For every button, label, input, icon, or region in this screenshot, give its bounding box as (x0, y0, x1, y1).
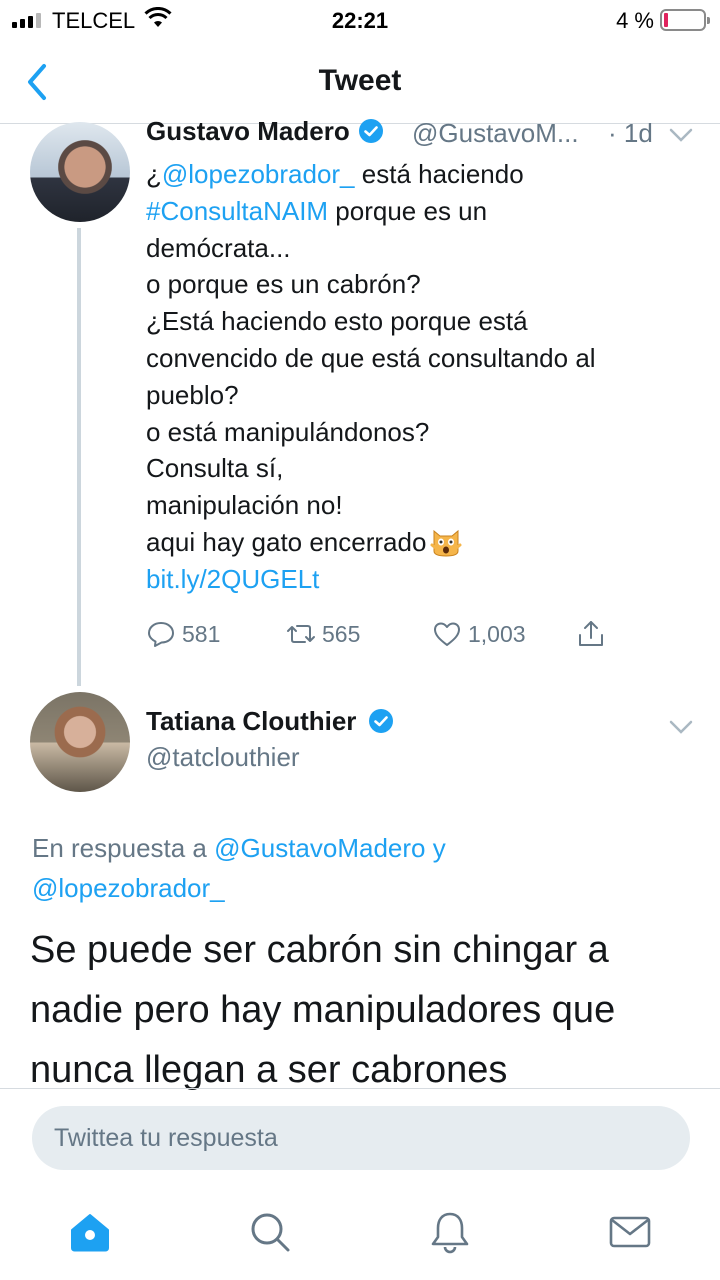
chevron-down-icon[interactable] (668, 718, 694, 736)
tweet1-text-line: manipulación no! (146, 487, 706, 524)
tweet1-text: pueblo? (146, 379, 239, 410)
tweet1-text-line: o está manipulándonos? (146, 414, 706, 451)
like-count: 1,003 (468, 620, 526, 647)
page-title: Tweet (318, 64, 402, 97)
share-icon (579, 621, 603, 646)
avatar-gustavo-madero[interactable] (30, 122, 130, 222)
retweet-button[interactable]: 565 (286, 616, 360, 652)
tweet1-text: convencido de que está consultando al (146, 342, 596, 373)
tweet2-text-line: nunca llegan a ser cabrones (30, 1049, 508, 1091)
tweet2-handle[interactable]: @tatclouthier (146, 742, 300, 773)
reply-user-link[interactable]: @lopezobrador_ (32, 873, 225, 903)
battery-percentage: 4 % (616, 8, 654, 33)
chevron-down-icon[interactable] (668, 126, 694, 144)
tweet1-text-line: o porque es un cabrón? (146, 266, 706, 303)
tweet1-text-line: ¿@lopezobrador_ está haciendo (146, 156, 706, 193)
tweet1-link[interactable]: @lopezobrador_ (162, 159, 355, 189)
tweet1-handle[interactable]: @GustavoM... (412, 118, 579, 149)
search-icon[interactable] (248, 1210, 292, 1254)
tweet1-actions: 581 565 1,003 (146, 616, 646, 652)
like-button[interactable]: 1,003 (432, 616, 526, 652)
tweet1-text-line: demócrata... (146, 230, 706, 267)
tweet1-text: aqui hay gato encerrado (146, 526, 427, 557)
tweet1-text: o está manipulándonos? (146, 416, 430, 447)
home-icon[interactable] (68, 1210, 112, 1254)
reply-and: y (425, 833, 446, 863)
messages-icon[interactable] (608, 1210, 652, 1254)
reply-count: 581 (182, 620, 221, 647)
tweet1-text-line: bit.ly/2QUGELt (146, 561, 706, 598)
heart-icon (434, 622, 460, 646)
avatar-tatiana-clouthier[interactable] (30, 692, 130, 792)
tweet1-timestamp: · 1d (608, 118, 653, 148)
tweet1-text-line: convencido de que está consultando al (146, 340, 706, 377)
tweet2-text: Se puede ser cabrón sin chingar a nadie … (30, 920, 700, 1100)
tweet1-text: está haciendo (354, 159, 524, 189)
weary-cat-icon (430, 529, 462, 557)
verified-badge-icon (368, 709, 393, 733)
reply-context: En respuesta a @GustavoMadero y @lopezob… (32, 828, 692, 908)
tweet1-text: manipulación no! (146, 490, 343, 521)
tweet2-author-row: Tatiana Clouthier (146, 706, 398, 737)
tweet1-text: ¿ (146, 159, 162, 189)
reply-prefix: En respuesta a (32, 833, 215, 863)
divider (0, 1088, 720, 1089)
tweet1-text: o porque es un cabrón? (146, 269, 421, 300)
tweet1-link[interactable]: #ConsultaNAIM (146, 196, 328, 226)
tweet1-text: porque es un (328, 195, 488, 226)
thread-connector-line (77, 228, 81, 686)
tweet1-text: ¿Está haciendo esto porque está (146, 306, 528, 337)
tweet2-text-line: nadie pero hay manipuladores que (30, 989, 616, 1031)
reply-button[interactable]: 581 (146, 616, 220, 652)
retweet-count: 565 (322, 620, 361, 647)
tweet1-author-name[interactable]: Gustavo Madero (146, 116, 350, 146)
tweet2-author-name[interactable]: Tatiana Clouthier (146, 706, 356, 736)
battery-icon (660, 9, 710, 31)
share-button[interactable] (576, 616, 606, 652)
tab-bar (0, 1190, 720, 1280)
status-time: 22:21 (331, 8, 389, 33)
tweet1-text: ¿@lopezobrador_ está haciendo #ConsultaNA… (146, 156, 706, 598)
reply-input[interactable]: Twittea tu respuesta (32, 1106, 690, 1170)
reply-user-link[interactable]: @GustavoMadero (214, 833, 425, 863)
tweet1-text: Consulta sí, (146, 453, 284, 484)
tweet1-text-line: ¿Está haciendo esto porque está (146, 303, 706, 340)
notifications-icon[interactable] (428, 1210, 472, 1254)
tweet1-text-line: aqui hay gato encerrado (146, 524, 706, 561)
nav-header: Tweet (0, 40, 720, 124)
verified-badge-icon (359, 119, 384, 143)
battery-level (664, 13, 668, 27)
tweet1-text-line: pueblo? (146, 377, 706, 414)
tweet2-text-line: Se puede ser cabrón sin chingar a (30, 929, 609, 971)
tweet1-text: demócrata... (146, 232, 291, 263)
status-bar: TELCEL 22:21 4 % (0, 0, 720, 40)
retweet-icon (287, 625, 315, 643)
reply-icon (148, 622, 174, 647)
tweet1-link[interactable]: bit.ly/2QUGELt (146, 564, 319, 594)
tweet1-text-line: #ConsultaNAIM porque es un (146, 193, 706, 230)
tweet1-text-line: Consulta sí, (146, 450, 706, 487)
